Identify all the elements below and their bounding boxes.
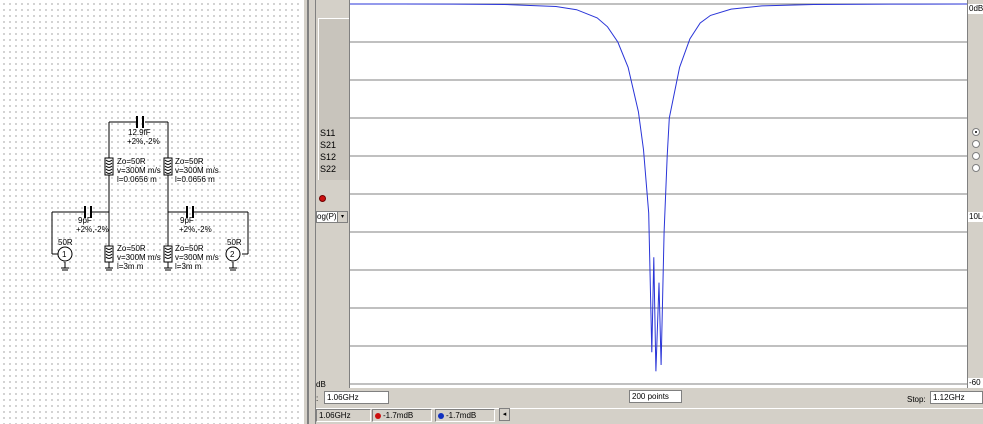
- line-right-top-v: v=300M m/s: [175, 166, 219, 175]
- chevron-down-icon[interactable]: ▾: [337, 212, 347, 222]
- sparam-s22[interactable]: S22: [320, 164, 336, 175]
- port1-impedance: 50R: [58, 238, 73, 247]
- line-left-top-l: l=0.0656 m: [117, 175, 157, 184]
- pane-splitter[interactable]: [303, 0, 316, 424]
- scale-select-value: og(P): [317, 212, 337, 221]
- line-left-top-v: v=300M m/s: [117, 166, 161, 175]
- radio-trace-4[interactable]: [972, 164, 980, 172]
- status-marker-blue-value: -1.7mdB: [446, 411, 477, 420]
- sparam-s21[interactable]: S21: [320, 140, 336, 151]
- line-right-bottom-zo: Zo=50R: [175, 244, 204, 253]
- axis-scale-label: 10Lo: [968, 212, 983, 222]
- right-axis-strip: [967, 0, 983, 388]
- axis-top-label: 0dB: [968, 4, 983, 14]
- scale-select[interactable]: og(P) ▾: [316, 211, 348, 223]
- start-freq-field[interactable]: 1.06GHz: [324, 391, 389, 404]
- trace-line-1: [350, 3, 967, 372]
- plot-control-strip: [316, 0, 349, 388]
- line-left-bottom-v: v=300M m/s: [117, 253, 161, 262]
- status-marker-red-value: -1.7mdB: [383, 411, 414, 420]
- port1-number[interactable]: 1: [62, 250, 66, 259]
- marker-red-indicator[interactable]: [319, 195, 326, 202]
- status-frequency: 1.06GHz: [316, 409, 371, 422]
- radio-trace-3[interactable]: [972, 152, 980, 160]
- line-left-bottom-l: l=3m m: [117, 262, 144, 271]
- line-left-top-zo: Zo=50R: [117, 157, 146, 166]
- axis-bottom-label: -60: [968, 378, 983, 388]
- line-right-top-zo: Zo=50R: [175, 157, 204, 166]
- cap-left-tolerance: +2%,-2%: [76, 225, 109, 234]
- line-right-top-l: l=0.0656 m: [175, 175, 215, 184]
- stop-label: Stop:: [907, 395, 926, 404]
- blue-marker-icon: [438, 413, 444, 419]
- start-label: :: [316, 394, 319, 403]
- scroll-left-button[interactable]: ◂: [499, 408, 510, 421]
- stop-freq-field[interactable]: 1.12GHz: [930, 391, 983, 404]
- schematic-wiring: [51, 116, 249, 271]
- port2-impedance: 50R: [227, 238, 242, 247]
- radio-trace-1[interactable]: [972, 128, 980, 136]
- line-left-bottom-zo: Zo=50R: [117, 244, 146, 253]
- status-marker-red: -1.7mdB: [372, 409, 432, 422]
- cap-left-value: 9pF: [78, 216, 92, 225]
- plot-area[interactable]: [349, 0, 967, 388]
- splitter-grip: [307, 0, 309, 424]
- radio-trace-2[interactable]: [972, 140, 980, 148]
- cap-right-tolerance: +2%,-2%: [179, 225, 212, 234]
- cap-right-value: 9pF: [180, 216, 194, 225]
- status-marker-blue: -1.7mdB: [435, 409, 495, 422]
- red-marker-icon: [375, 413, 381, 419]
- points-field[interactable]: 200 points: [629, 390, 682, 403]
- series-cap-value: 12.9fF: [128, 128, 151, 137]
- sparam-s11[interactable]: S11: [320, 128, 335, 139]
- series-cap-tolerance: +2%,-2%: [127, 137, 160, 146]
- port2-number[interactable]: 2: [230, 250, 234, 259]
- sparam-s12[interactable]: S12: [320, 152, 336, 163]
- line-right-bottom-v: v=300M m/s: [175, 253, 219, 262]
- schematic-canvas[interactable]: 12.9fF +2%,-2% Zo=50R v=300M m/s l=0.065…: [0, 0, 303, 424]
- response-chart: [350, 3, 967, 385]
- line-right-bottom-l: l=3m m: [175, 262, 202, 271]
